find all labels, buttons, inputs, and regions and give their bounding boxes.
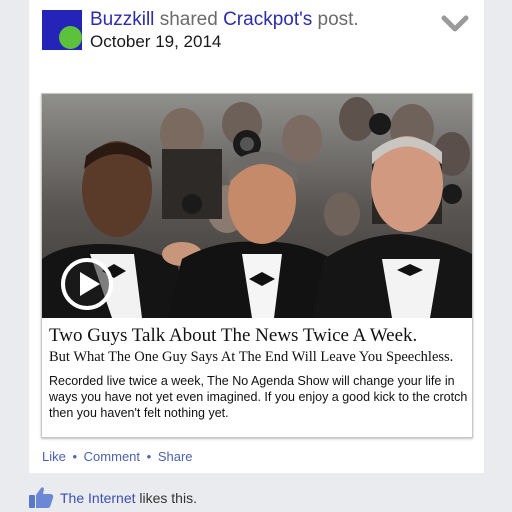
avatar[interactable]: [42, 10, 82, 50]
action-separator: •: [146, 449, 152, 464]
likes-summary: The Internet likes this.: [28, 485, 328, 509]
play-icon[interactable]: [60, 257, 114, 311]
likes-text: The Internet likes this.: [60, 490, 197, 506]
attachment-headline[interactable]: Two Guys Talk About The News Twice A Wee…: [49, 325, 469, 347]
avatar-dot: [59, 26, 82, 49]
action-separator: •: [72, 449, 78, 464]
post-word: post.: [317, 9, 359, 30]
link-attachment[interactable]: Two Guys Talk About The News Twice A Wee…: [41, 93, 473, 438]
likes-this-text: likes this.: [139, 490, 197, 506]
chevron-down-icon[interactable]: [440, 14, 470, 34]
owner-name-link[interactable]: Crackpot's: [223, 9, 312, 30]
post-actions: Like • Comment • Share: [42, 449, 193, 464]
thumbs-up-icon: [29, 487, 54, 508]
post-header: Buzzkill shared Crackpot's post.: [90, 9, 359, 31]
share-link[interactable]: Share: [158, 449, 193, 464]
sharer-name-link[interactable]: Buzzkill: [90, 9, 154, 30]
liker-link[interactable]: The Internet: [60, 490, 136, 506]
like-link[interactable]: Like: [42, 449, 66, 464]
post-card: Buzzkill shared Crackpot's post. October…: [29, 0, 484, 473]
shared-text: shared: [159, 9, 218, 30]
comment-link[interactable]: Comment: [84, 449, 140, 464]
attachment-description: Recorded live twice a week, The No Agend…: [49, 374, 468, 420]
attachment-subheadline: But What The One Guy Says At The End Wil…: [49, 349, 454, 365]
post-date[interactable]: October 19, 2014: [90, 32, 221, 52]
